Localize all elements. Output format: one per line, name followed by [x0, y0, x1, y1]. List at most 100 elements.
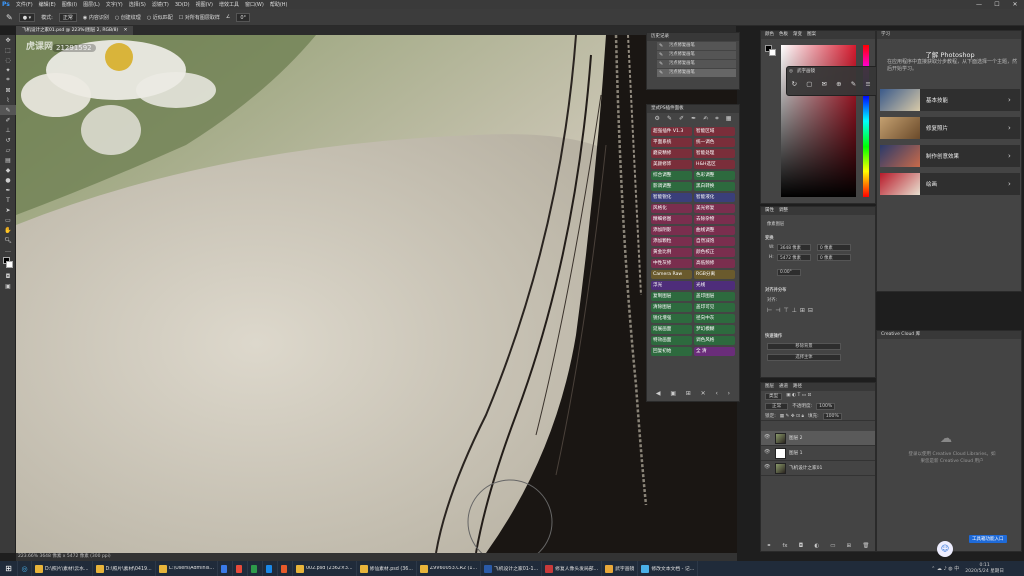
document-canvas[interactable]: 虎课网 21291592	[16, 35, 737, 553]
menu-3d[interactable]: 3D(D)	[175, 2, 190, 8]
type-tool-icon[interactable]: T	[0, 195, 16, 205]
taskbar-item[interactable]: Z9V60053.CR2 (1...	[417, 561, 481, 576]
plugin-button[interactable]: 综合调整	[651, 171, 692, 180]
plugin-button[interactable]: 平面系统	[651, 138, 692, 147]
zoom-tool-icon[interactable]: 🔍︎	[0, 235, 16, 245]
plugin-tool-icon[interactable]: ✍	[703, 115, 708, 123]
learn-card-creative[interactable]: 制作创意效果 ›	[880, 145, 1020, 167]
plugin-button[interactable]: 高低频修	[694, 259, 735, 268]
menu-help[interactable]: 帮助(H)	[270, 1, 288, 8]
lasso-tool-icon[interactable]: ◌	[0, 55, 16, 65]
plugin-button[interactable]: 色彩调整	[694, 171, 735, 180]
taskbar-item[interactable]: D:\照片\素材\0419...	[93, 561, 156, 576]
tab-swatches[interactable]: 色板	[779, 31, 788, 39]
healing-brush-tool-icon[interactable]: ✎	[0, 105, 16, 115]
adjustment-icon[interactable]: ◐	[814, 543, 819, 549]
plugin-button[interactable]: RGB分离	[694, 270, 735, 279]
fx-icon[interactable]: fx	[782, 543, 787, 549]
trash-icon[interactable]: 🗑︎	[862, 543, 869, 549]
sample-all-checkbox[interactable]: ☐ 对所有图层取样	[179, 14, 220, 21]
tab-patterns[interactable]: 图案	[807, 31, 816, 39]
clock[interactable]: 0:11 2020/5/24 星期日	[965, 563, 1004, 575]
plugin-button[interactable]: 超强插件 V1.3	[651, 127, 692, 136]
plugin-tool-icon[interactable]: ✎	[667, 115, 672, 123]
link-layers-icon[interactable]: ⚭	[767, 543, 772, 549]
plugin-button[interactable]: 梦幻模糊	[694, 325, 735, 334]
plugin-button[interactable]: 去除杂物	[694, 215, 735, 224]
menu-edit[interactable]: 编辑(E)	[39, 1, 56, 8]
plugin-button[interactable]: 全 清	[694, 347, 735, 356]
gradient-tool-icon[interactable]: ▤	[0, 155, 16, 165]
plugin-footer-icon[interactable]: ⊞	[686, 390, 691, 397]
history-step[interactable]: 污点修复画笔	[657, 51, 736, 59]
plugin-button[interactable]: 风格化	[651, 204, 692, 213]
plugin-button[interactable]: 盖印图层	[694, 292, 735, 301]
tab-paths[interactable]: 路径	[793, 383, 802, 391]
plugin-button[interactable]: 美颜修饰	[651, 160, 692, 169]
opacity-input[interactable]: 100%	[816, 403, 836, 410]
plugin-button[interactable]: 添加颗粒	[651, 237, 692, 246]
plugin-button[interactable]: 回复初始	[651, 347, 692, 356]
taskbar-item[interactable]: 修改文本文档 - 记...	[638, 561, 699, 576]
layer-row[interactable]: 👁︎ 飞机设计之家01	[761, 461, 875, 476]
remove-background-button[interactable]: 移除背景	[767, 343, 841, 350]
plugin-tool-icon[interactable]: ✐	[679, 115, 684, 123]
screen-mode-icon[interactable]: ▣	[0, 281, 16, 291]
taskbar-item[interactable]: 002.psd (2362×3...	[293, 561, 357, 576]
plugin-button[interactable]: 智能区域	[694, 127, 735, 136]
plugin-footer-icon[interactable]: ‹	[715, 390, 717, 397]
proximity-radio[interactable]: ○ 近似匹配	[147, 14, 173, 21]
taskbar-item[interactable]	[218, 561, 233, 576]
plugin-button[interactable]: 延展画面	[651, 325, 692, 334]
gift-icon[interactable]: ⊕	[836, 80, 841, 88]
hand-tool-icon[interactable]: ✋	[0, 225, 16, 235]
plugin-button[interactable]: 曲线调整	[694, 226, 735, 235]
visibility-eye-icon[interactable]: 👁︎	[764, 464, 770, 470]
angle-input[interactable]: 0.00°	[777, 269, 801, 276]
plugin-button[interactable]: 添加阴影	[651, 226, 692, 235]
maximize-button[interactable]: ☐	[988, 0, 1006, 9]
plugin-footer-icon[interactable]: ▣	[670, 390, 676, 397]
tab-properties[interactable]: 属性	[765, 207, 774, 215]
width-input[interactable]: 3648 像素	[777, 244, 811, 251]
start-button[interactable]: ⊞	[0, 561, 18, 576]
taskbar-item[interactable]: D:\照片\素材\云水...	[32, 561, 93, 576]
close-tab-icon[interactable]: ✕	[124, 28, 128, 33]
plugin-button[interactable]: 智能液化	[694, 193, 735, 202]
plugin-button[interactable]: 颜色校正	[694, 248, 735, 257]
lock-icons[interactable]: ▦ ✎ ✥ ⊡ 🔒︎	[780, 413, 804, 419]
bg-color-swatch[interactable]	[769, 49, 776, 56]
taskbar-item[interactable]: 飞机设计之家01-1...	[481, 561, 543, 576]
history-step[interactable]: 污点修复画笔	[657, 42, 736, 50]
minimize-button[interactable]: —	[970, 0, 988, 9]
brush-tool-icon[interactable]: ✐	[0, 115, 16, 125]
layer-row[interactable]: 👁︎ 图层 1	[761, 446, 875, 461]
clone-stamp-tool-icon[interactable]: ⊥	[0, 125, 16, 135]
plugin-button[interactable]: Camera Raw	[651, 270, 692, 279]
menu-type[interactable]: 文字(Y)	[106, 1, 123, 8]
plugin-button[interactable]: H&H选区	[694, 160, 735, 169]
quick-select-tool-icon[interactable]: ✦	[0, 65, 16, 75]
plugin-tool-icon[interactable]: ✒	[691, 115, 696, 123]
plugin-tool-icon[interactable]: ⚙	[655, 115, 660, 123]
marquee-tool-icon[interactable]: ⬚	[0, 45, 16, 55]
taskbar-item[interactable]	[278, 561, 293, 576]
more-tools-icon[interactable]: …	[0, 245, 16, 255]
y-input[interactable]: 0 像素	[817, 254, 851, 261]
frame-tool-icon[interactable]: ⊠	[0, 85, 16, 95]
taskbar-item[interactable]: C:\Users\Adminis...	[156, 561, 218, 576]
tab-adjustments[interactable]: 调整	[779, 207, 788, 215]
taskbar-item[interactable]	[233, 561, 248, 576]
plugin-button[interactable]: 黄金比例	[651, 248, 692, 257]
plugin-button[interactable]: 浮光	[651, 281, 692, 290]
brush-preset-picker[interactable]: ● ▾	[18, 12, 36, 22]
menu-layer[interactable]: 图层(L)	[83, 1, 100, 8]
plugin-button[interactable]: 自然减饱	[694, 237, 735, 246]
path-select-tool-icon[interactable]: ➤	[0, 205, 16, 215]
taskbar-item[interactable]	[263, 561, 278, 576]
plugin-tool-icon[interactable]: ⌗	[715, 115, 718, 123]
plugin-button[interactable]: 径向中灰	[694, 314, 735, 323]
history-brush-tool-icon[interactable]: ↺	[0, 135, 16, 145]
plugin-button[interactable]: 智能锐化	[651, 193, 692, 202]
chat-icon[interactable]: ▢	[806, 80, 812, 88]
